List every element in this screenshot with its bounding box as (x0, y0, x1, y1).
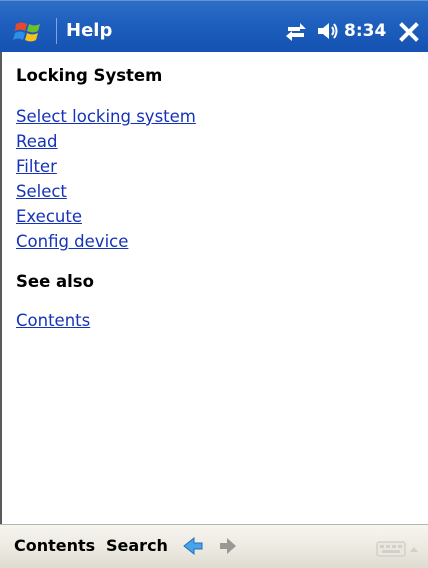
close-button[interactable] (394, 18, 424, 46)
contents-menu-button[interactable]: Contents (14, 536, 95, 556)
help-window: Help 8:34 Locking System Select locking … (0, 0, 428, 568)
title-separator (56, 18, 57, 44)
page-title: Locking System (16, 66, 163, 85)
content-left-border (0, 52, 2, 524)
window-title: Help (66, 20, 113, 41)
link-read[interactable]: Read (16, 129, 416, 154)
see-also-link-list: Contents (16, 308, 416, 333)
link-contents[interactable]: Contents (16, 308, 416, 333)
keyboard-icon[interactable] (376, 539, 420, 559)
speaker-icon[interactable] (316, 20, 340, 42)
link-select-locking-system[interactable]: Select locking system (16, 104, 416, 129)
link-filter[interactable]: Filter (16, 154, 416, 179)
link-select[interactable]: Select (16, 179, 416, 204)
help-content: Locking System Select locking system Rea… (16, 60, 416, 333)
topic-link-list: Select locking system Read Filter Select… (16, 104, 416, 254)
back-arrow-icon[interactable] (182, 536, 204, 556)
clock-time[interactable]: 8:34 (344, 20, 386, 42)
forward-arrow-icon[interactable] (218, 536, 238, 556)
menu-bar: Contents Search (0, 524, 428, 568)
search-menu-button[interactable]: Search (106, 536, 168, 556)
see-also-heading: See also (16, 272, 94, 291)
title-bar: Help 8:34 (0, 0, 428, 52)
windows-flag-icon[interactable] (12, 18, 48, 46)
connectivity-arrows-icon[interactable] (284, 19, 308, 43)
close-icon (399, 22, 419, 42)
link-execute[interactable]: Execute (16, 204, 416, 229)
link-config-device[interactable]: Config device (16, 229, 416, 254)
